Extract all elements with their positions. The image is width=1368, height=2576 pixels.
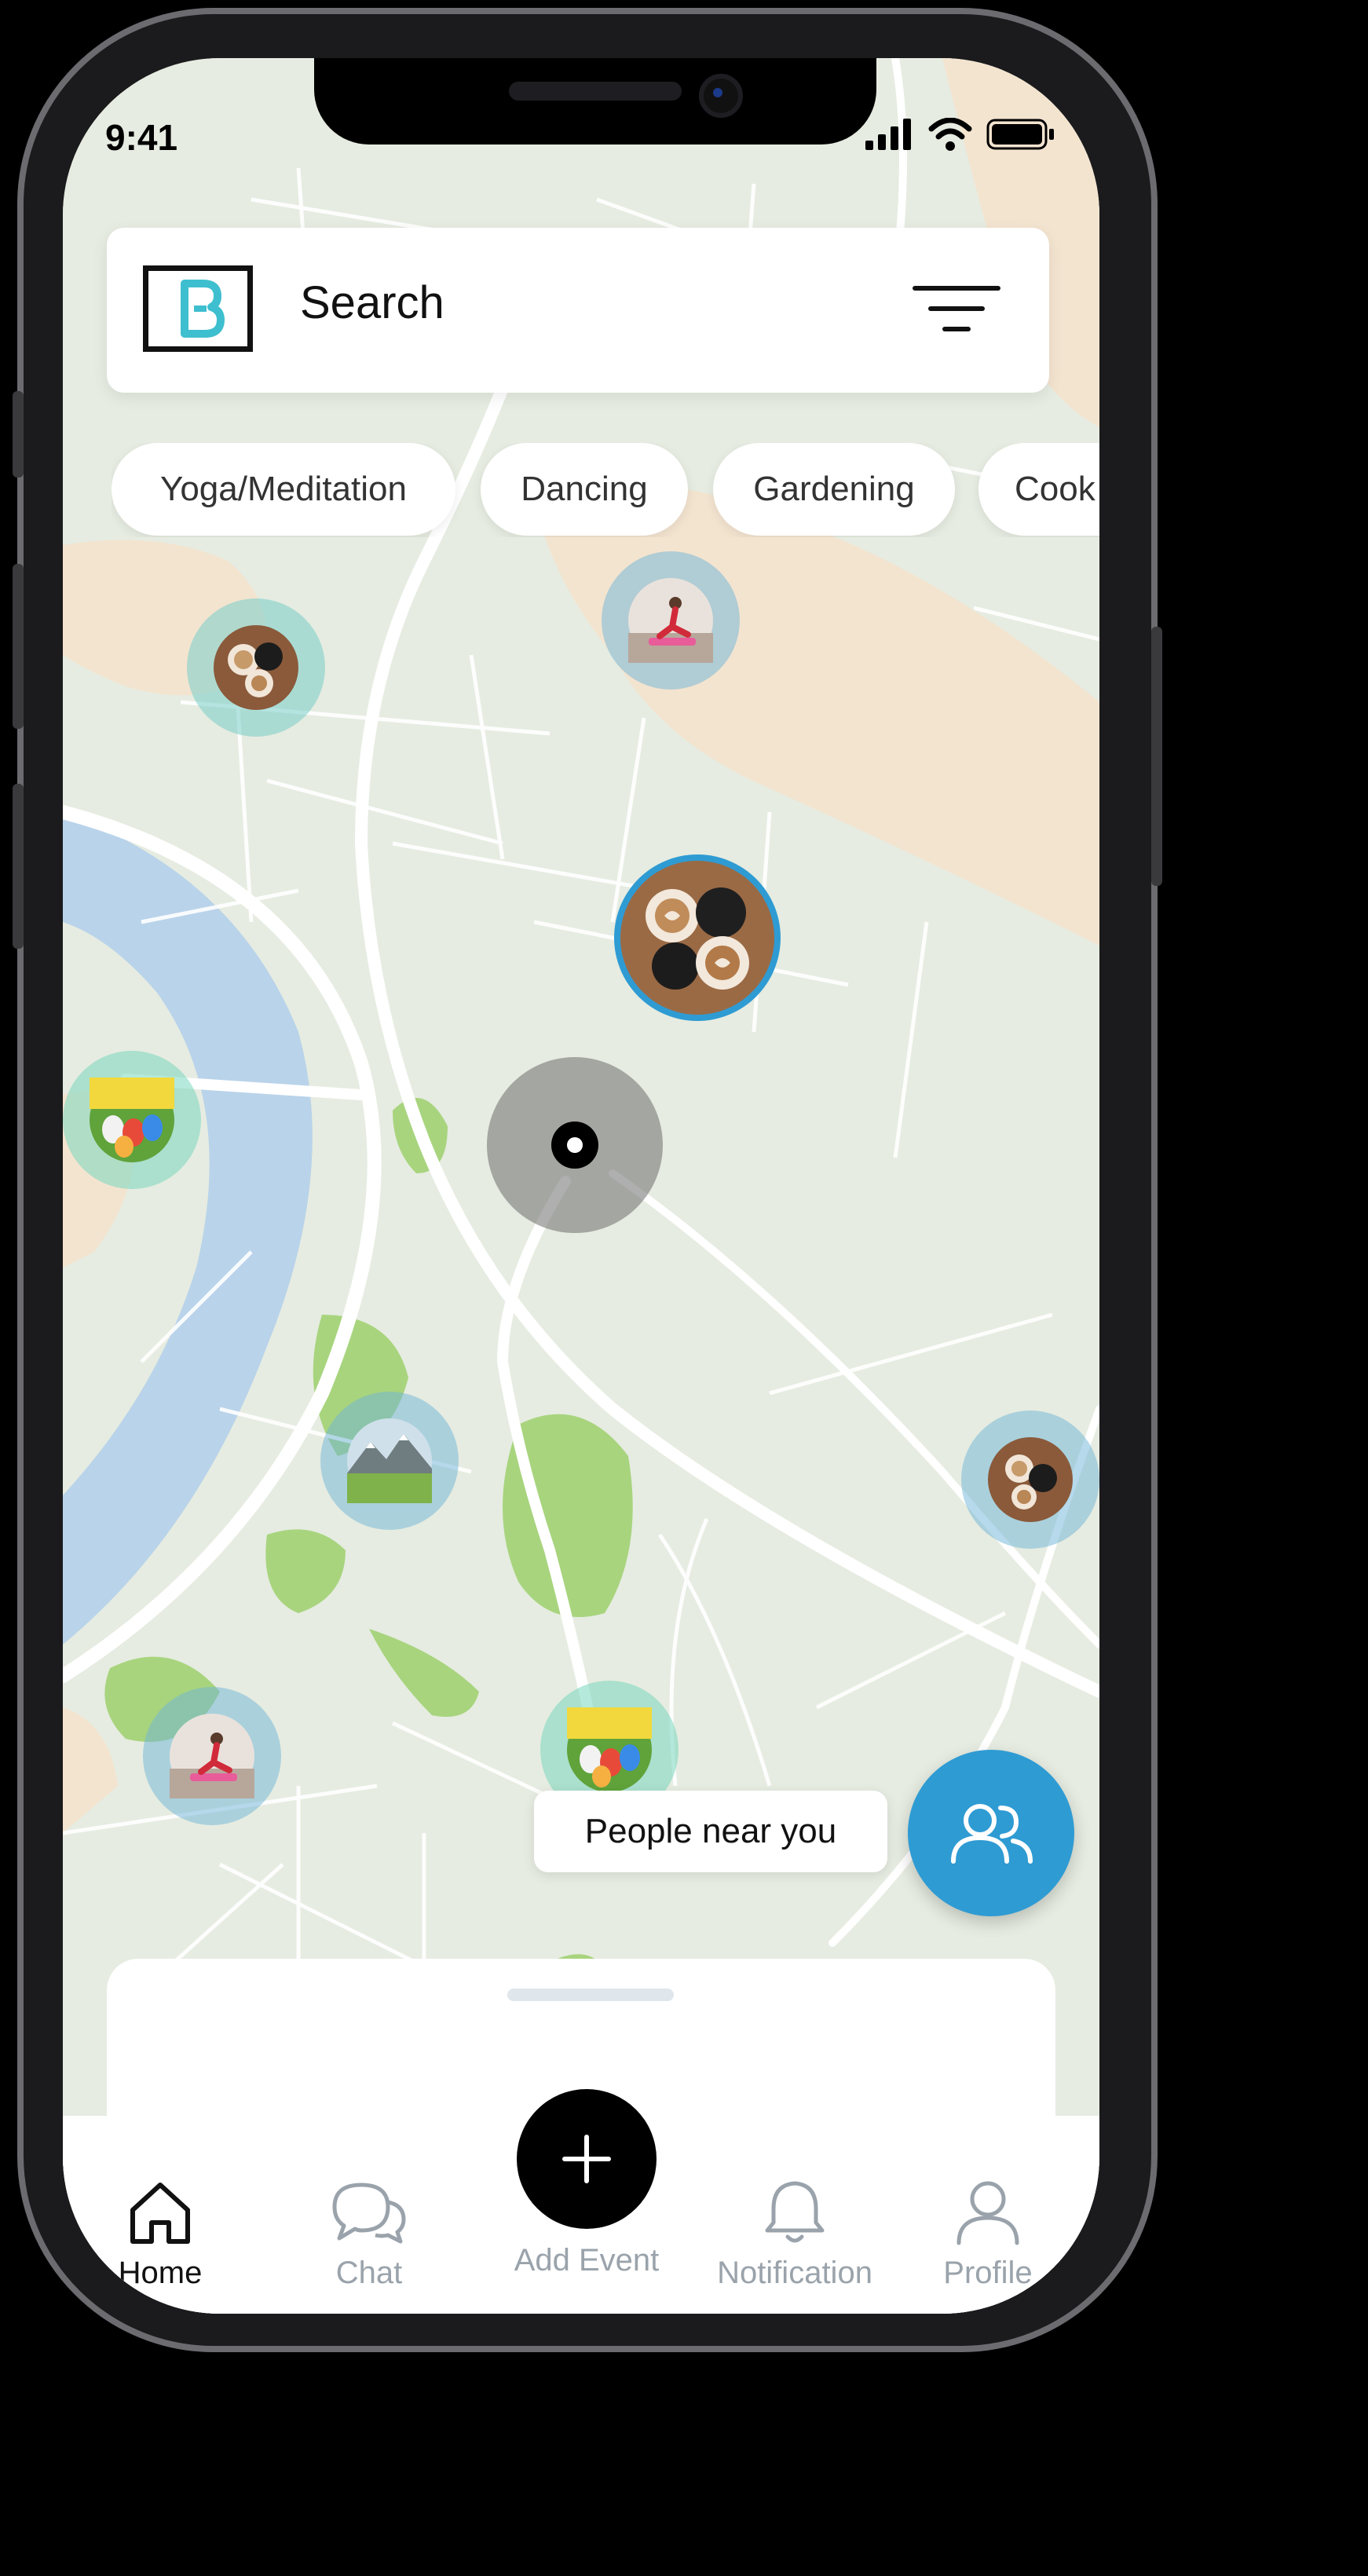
camera-icon: [699, 74, 743, 118]
yoga-thumbnail: [170, 1714, 254, 1798]
phone-frame: 9:41 Search Yoga/Meditation Dancing Gard…: [13, 8, 1162, 2352]
event-marker-yoga-2[interactable]: [143, 1687, 281, 1825]
home-icon: [130, 2183, 190, 2244]
filter-icon[interactable]: [913, 283, 1000, 335]
easter-eggs-thumbnail: [567, 1707, 652, 1792]
plus-icon: [562, 2135, 611, 2183]
easter-eggs-thumbnail: [90, 1078, 174, 1162]
mountain-thumbnail: [347, 1418, 432, 1503]
tab-profile-label: Profile: [943, 2256, 1033, 2290]
profile-icon: [957, 2181, 1019, 2245]
chip-dancing[interactable]: Dancing: [481, 443, 688, 536]
people-near-you-button[interactable]: [908, 1750, 1074, 1916]
event-marker-yoga[interactable]: [602, 551, 740, 690]
chip-yoga-meditation[interactable]: Yoga/Meditation: [112, 443, 455, 536]
power-button: [1151, 627, 1162, 886]
tab-home-label: Home: [118, 2256, 203, 2290]
chip-gardening[interactable]: Gardening: [713, 443, 955, 536]
coffee-thumbnail: [988, 1437, 1073, 1522]
chat-icon: [332, 2183, 406, 2244]
wifi-icon: [928, 118, 972, 151]
people-near-you-label: People near you: [534, 1791, 887, 1872]
search-bar[interactable]: Search: [107, 228, 1049, 393]
event-marker-coffee-2[interactable]: [961, 1411, 1099, 1549]
event-marker-mountain[interactable]: [320, 1392, 459, 1530]
current-location: [487, 1057, 663, 1233]
event-marker-coffee-selected[interactable]: [614, 854, 781, 1021]
volume-down-button: [13, 784, 24, 949]
tab-notification-label: Notification: [717, 2256, 872, 2290]
add-event-label: Add Event: [514, 2243, 660, 2278]
event-marker-coffee[interactable]: [187, 598, 325, 737]
bell-icon: [765, 2181, 825, 2243]
battery-icon: [986, 119, 1054, 150]
tab-chat-label: Chat: [335, 2256, 403, 2290]
sheet-drag-handle[interactable]: [507, 1989, 674, 2001]
volume-up-button: [13, 564, 24, 729]
tab-home[interactable]: Home: [66, 2179, 254, 2291]
tab-profile[interactable]: Profile: [894, 2179, 1082, 2291]
notch: [314, 58, 876, 145]
tab-notification[interactable]: Notification: [700, 2179, 889, 2291]
people-icon: [951, 1804, 1033, 1864]
status-time: 9:41: [105, 117, 178, 158]
yoga-thumbnail: [628, 578, 713, 663]
chip-cooking[interactable]: Cook: [978, 443, 1099, 536]
coffee-thumbnail: [214, 625, 298, 710]
signal-icon: [865, 119, 911, 150]
category-chips: Yoga/Meditation Dancing Gardening Cook: [112, 443, 1099, 537]
location-dot-icon: [551, 1122, 598, 1169]
screen: 9:41 Search Yoga/Meditation Dancing Gard…: [63, 58, 1099, 2314]
speaker-grille: [509, 82, 682, 101]
brand-logo: [143, 265, 253, 352]
coffee-thumbnail: [620, 861, 774, 1015]
search-input[interactable]: Search: [300, 276, 444, 329]
event-marker-easter-eggs[interactable]: [63, 1051, 201, 1189]
mute-switch: [13, 391, 24, 478]
status-icons: [865, 118, 1055, 151]
add-event-button[interactable]: [517, 2089, 657, 2229]
tab-chat[interactable]: Chat: [275, 2179, 463, 2291]
